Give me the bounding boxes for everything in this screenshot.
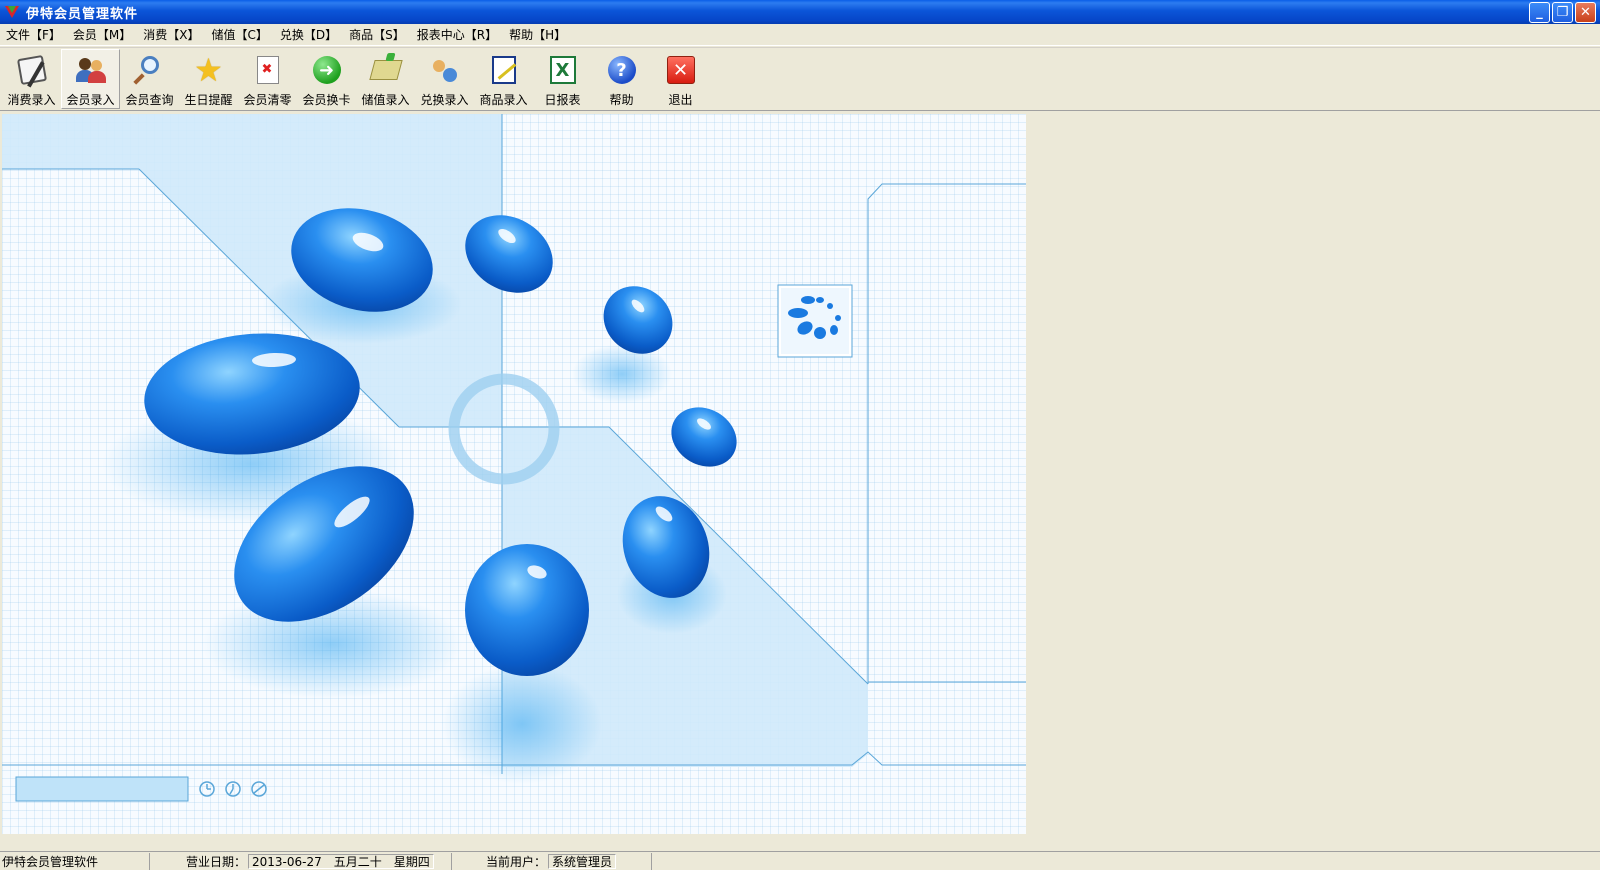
- menu-member[interactable]: 会员【M】: [69, 26, 139, 43]
- window-controls: _ ❐ ✕: [1529, 2, 1596, 23]
- clock-icon: [199, 781, 215, 797]
- tool-label: 消费录入: [7, 93, 56, 107]
- member-query-button[interactable]: 会员查询: [120, 49, 179, 109]
- menu-stored-value[interactable]: 储值【C】: [208, 26, 276, 43]
- status-business-date: 营业日期： 2013-06-27 五月二十 星期四: [150, 852, 452, 870]
- business-date-value: 2013-06-27 五月二十 星期四: [248, 853, 434, 869]
- member-entry-button[interactable]: 会员录入: [61, 49, 120, 109]
- goods-entry-button[interactable]: 商品录入: [474, 49, 533, 109]
- tool-label: 日报表: [544, 93, 581, 107]
- excel-icon: X: [546, 53, 580, 87]
- tool-label: 退出: [668, 93, 693, 107]
- current-user-label: 当前用户：: [486, 854, 547, 869]
- help-button[interactable]: ? 帮助: [592, 49, 651, 109]
- clock-icon: [251, 781, 267, 797]
- menu-bar: 文件【F】 会员【M】 消费【X】 储值【C】 兑换【D】 商品【S】 报表中心…: [0, 24, 1600, 46]
- daily-report-button[interactable]: X 日报表: [533, 49, 592, 109]
- thumbnail-preview: [777, 284, 853, 358]
- green-arrow-icon: ➜: [310, 53, 344, 87]
- menu-file[interactable]: 文件【F】: [2, 26, 69, 43]
- main-area: [0, 112, 1600, 834]
- menu-consume[interactable]: 消费【X】: [139, 26, 207, 43]
- tool-label: 会员录入: [66, 93, 115, 107]
- status-bar: 伊特会员管理软件 营业日期： 2013-06-27 五月二十 星期四 当前用户：…: [0, 851, 1600, 870]
- menu-help[interactable]: 帮助【H】: [505, 26, 574, 43]
- exchange-entry-button[interactable]: 兑换录入: [415, 49, 474, 109]
- birthday-reminder-button[interactable]: ★ 生日提醒: [179, 49, 238, 109]
- member-reset-button[interactable]: 会员清零: [238, 49, 297, 109]
- tool-label: 兑换录入: [420, 93, 469, 107]
- stored-value-entry-button[interactable]: 储值录入: [356, 49, 415, 109]
- notebook-icon: [487, 53, 521, 87]
- toolbar: 消费录入 会员录入 会员查询 ★ 生日提醒 会员清零 ➜ 会员换卡 储值录入 兑…: [0, 47, 1600, 111]
- water-drop: [671, 407, 737, 467]
- exchange-icon: [428, 53, 462, 87]
- menu-goods[interactable]: 商品【S】: [345, 26, 413, 43]
- tool-label: 会员清零: [243, 93, 292, 107]
- status-app-name: 伊特会员管理软件: [0, 852, 150, 870]
- status-current-user: 当前用户： 系统管理员: [452, 852, 652, 870]
- current-user-value: 系统管理员: [548, 853, 617, 869]
- menu-report-center[interactable]: 报表中心【R】: [413, 26, 505, 43]
- close-button[interactable]: ✕: [1575, 2, 1596, 23]
- tool-label: 生日提醒: [184, 93, 233, 107]
- menu-exchange[interactable]: 兑换【D】: [276, 26, 345, 43]
- star-icon: ★: [194, 51, 223, 89]
- business-date-label: 营业日期：: [186, 854, 247, 869]
- window-title: 伊特会员管理软件: [26, 6, 139, 22]
- exit-button[interactable]: ✕ 退出: [651, 49, 710, 109]
- money-icon: [368, 53, 403, 87]
- clock-icon: [225, 781, 241, 797]
- pen-receipt-icon: [15, 53, 49, 87]
- progress-strip: [15, 776, 189, 802]
- consume-entry-button[interactable]: 消费录入: [2, 49, 61, 109]
- tool-label: 商品录入: [479, 93, 528, 107]
- help-icon: ?: [605, 53, 639, 87]
- background-artwork: [2, 114, 1026, 834]
- water-drops-illustration: [2, 114, 1026, 802]
- minimize-button[interactable]: _: [1529, 2, 1550, 23]
- change-card-button[interactable]: ➜ 会员换卡: [297, 49, 356, 109]
- tool-label: 帮助: [609, 93, 634, 107]
- magnifier-icon: [132, 53, 167, 87]
- tool-label: 会员查询: [125, 93, 174, 107]
- tool-label: 会员换卡: [302, 93, 351, 107]
- title-bar: 伊特会员管理软件 _ ❐ ✕: [0, 0, 1600, 24]
- tool-label: 储值录入: [361, 93, 410, 107]
- water-drop: [465, 544, 589, 676]
- app-logo-icon: [4, 4, 20, 20]
- restore-button[interactable]: ❐: [1552, 2, 1573, 23]
- users-icon: [74, 54, 108, 87]
- exit-icon: ✕: [664, 53, 698, 87]
- clear-document-icon: [251, 53, 285, 87]
